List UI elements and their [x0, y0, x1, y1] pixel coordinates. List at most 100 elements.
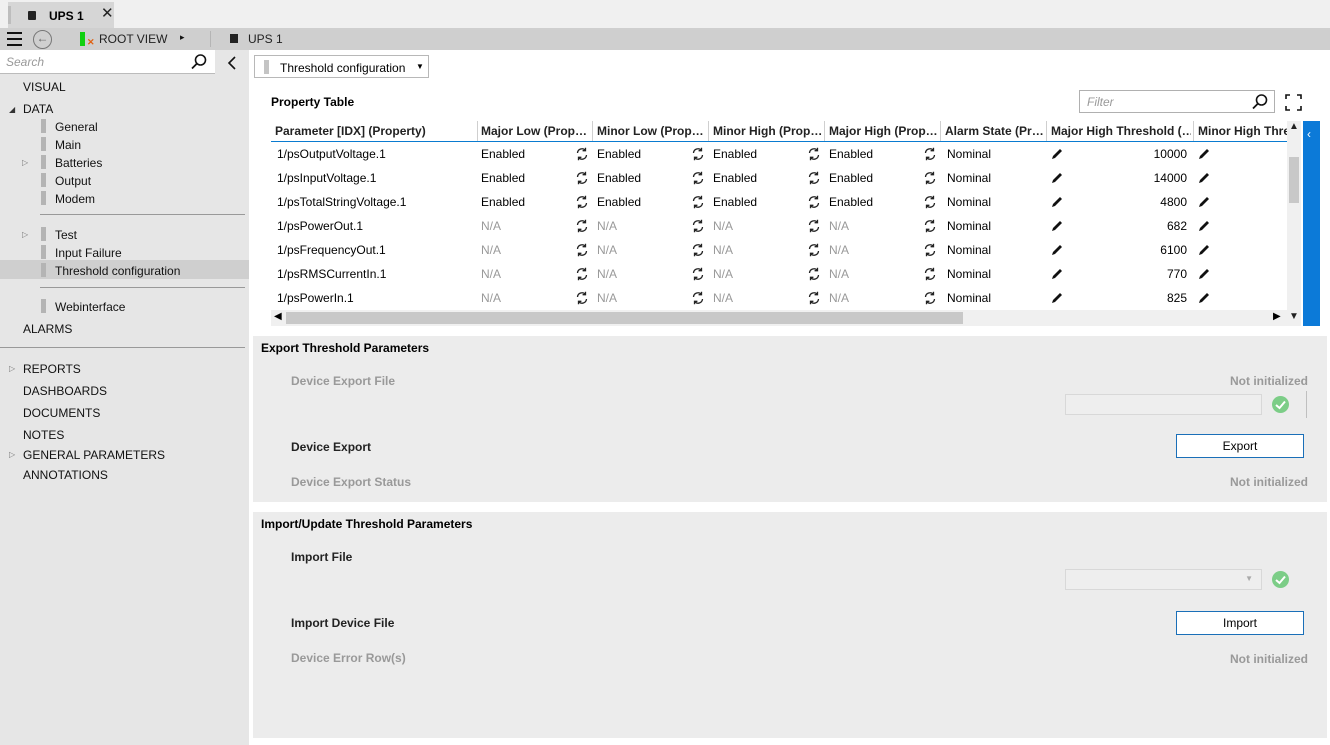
- refresh-icon[interactable]: [923, 147, 937, 161]
- scroll-up-icon[interactable]: ▲: [1289, 121, 1299, 132]
- refresh-icon[interactable]: [807, 195, 821, 209]
- column-header-major-high-threshold[interactable]: Major High Threshold (…: [1051, 124, 1191, 138]
- refresh-icon[interactable]: [807, 171, 821, 185]
- view-selector-dropdown[interactable]: Threshold configuration ▼: [254, 55, 429, 78]
- refresh-icon[interactable]: [691, 219, 705, 233]
- refresh-icon[interactable]: [923, 219, 937, 233]
- refresh-icon[interactable]: [923, 243, 937, 257]
- table-row[interactable]: 1/psInputVoltage.1 Enabled Enabled Enabled E…: [271, 166, 1287, 190]
- sidebar-item-output[interactable]: Output: [40, 173, 91, 188]
- filter-input[interactable]: [1085, 94, 1245, 110]
- edit-pencil-icon[interactable]: [1197, 219, 1211, 233]
- edit-pencil-icon[interactable]: [1050, 243, 1064, 257]
- column-header-major-low[interactable]: Major Low (Prop…: [481, 124, 591, 138]
- table-row[interactable]: 1/psFrequencyOut.1 N/A N/A N/A N/A Nominal 610…: [271, 238, 1287, 262]
- column-header-major-high[interactable]: Major High (Prop…: [829, 124, 939, 138]
- scroll-down-icon[interactable]: ▼: [1289, 311, 1299, 322]
- collapse-sidebar-icon[interactable]: [226, 55, 238, 71]
- vertical-scrollbar[interactable]: ▲ ▼: [1287, 121, 1301, 326]
- table-row[interactable]: 1/psRMSCurrentIn.1 N/A N/A N/A N/A Nominal 770: [271, 262, 1287, 286]
- refresh-icon[interactable]: [691, 267, 705, 281]
- column-header-parameter[interactable]: Parameter [IDX] (Property): [275, 124, 475, 138]
- breadcrumb-arrow-icon[interactable]: ▸: [180, 32, 185, 43]
- edit-pencil-icon[interactable]: [1050, 219, 1064, 233]
- back-arrow-icon[interactable]: ←: [33, 30, 52, 49]
- sidebar-item-input-failure[interactable]: Input Failure: [41, 245, 122, 260]
- refresh-icon[interactable]: [807, 147, 821, 161]
- collapsed-caret-icon[interactable]: ▷: [9, 364, 15, 373]
- edit-pencil-icon[interactable]: [1197, 195, 1211, 209]
- scroll-right-icon[interactable]: ▶: [1273, 311, 1281, 322]
- sidebar-item-webinterface[interactable]: Webinterface: [40, 299, 125, 314]
- sidebar-item-threshold-configuration[interactable]: Threshold configuration: [40, 263, 180, 278]
- search-icon[interactable]: [190, 53, 208, 71]
- hamburger-menu-icon[interactable]: [7, 32, 22, 46]
- edit-pencil-icon[interactable]: [1050, 291, 1064, 305]
- import-button[interactable]: Import: [1176, 611, 1304, 635]
- edit-pencil-icon[interactable]: [1197, 291, 1211, 305]
- close-icon[interactable]: ✕: [101, 6, 114, 22]
- column-header-alarm-state[interactable]: Alarm State (Pr…: [945, 124, 1045, 138]
- breadcrumb-root-view[interactable]: ROOT VIEW: [99, 32, 167, 46]
- column-header-minor-high[interactable]: Minor High (Prop…: [713, 124, 823, 138]
- table-row[interactable]: 1/psPowerOut.1 N/A N/A N/A N/A Nominal 682: [271, 214, 1287, 238]
- refresh-icon[interactable]: [923, 171, 937, 185]
- sidebar-item-notes[interactable]: NOTES: [23, 428, 64, 442]
- table-row[interactable]: 1/psTotalStringVoltage.1 Enabled Enabled En…: [271, 190, 1287, 214]
- refresh-icon[interactable]: [575, 219, 589, 233]
- refresh-icon[interactable]: [575, 171, 589, 185]
- refresh-icon[interactable]: [575, 243, 589, 257]
- edit-pencil-icon[interactable]: [1050, 195, 1064, 209]
- column-header-minor-low[interactable]: Minor Low (Prop…: [597, 124, 707, 138]
- horizontal-scrollbar[interactable]: ◀ ▶: [271, 310, 1287, 326]
- sidebar-item-test[interactable]: Test: [40, 227, 77, 242]
- refresh-icon[interactable]: [575, 147, 589, 161]
- export-button[interactable]: Export: [1176, 434, 1304, 458]
- refresh-icon[interactable]: [575, 195, 589, 209]
- sidebar-item-main[interactable]: Main: [40, 137, 81, 152]
- refresh-icon[interactable]: [575, 267, 589, 281]
- refresh-icon[interactable]: [575, 291, 589, 305]
- column-header-minor-high-threshold[interactable]: Minor High Thre…: [1198, 124, 1287, 138]
- sidebar-item-alarms[interactable]: ALARMS: [23, 322, 72, 336]
- refresh-icon[interactable]: [807, 291, 821, 305]
- refresh-icon[interactable]: [923, 195, 937, 209]
- sidebar-item-data[interactable]: DATA: [23, 102, 53, 116]
- refresh-icon[interactable]: [691, 195, 705, 209]
- refresh-icon[interactable]: [691, 291, 705, 305]
- refresh-icon[interactable]: [923, 291, 937, 305]
- edit-pencil-icon[interactable]: [1197, 267, 1211, 281]
- import-file-select[interactable]: ▼: [1065, 569, 1262, 590]
- collapsed-caret-icon[interactable]: ▷: [9, 450, 15, 459]
- expanded-caret-icon[interactable]: ◢: [9, 105, 15, 114]
- edit-pencil-icon[interactable]: [1197, 243, 1211, 257]
- sidebar-item-reports[interactable]: REPORTS: [23, 362, 81, 376]
- sidebar-item-batteries[interactable]: Batteries: [40, 155, 102, 170]
- collapsed-caret-icon[interactable]: ▷: [22, 230, 28, 239]
- table-row[interactable]: 1/psPowerIn.1 N/A N/A N/A N/A Nominal 825: [271, 286, 1287, 310]
- refresh-icon[interactable]: [807, 219, 821, 233]
- edit-pencil-icon[interactable]: [1197, 147, 1211, 161]
- scrollbar-thumb[interactable]: [286, 312, 963, 324]
- edit-pencil-icon[interactable]: [1050, 147, 1064, 161]
- refresh-icon[interactable]: [807, 267, 821, 281]
- sidebar-item-modem[interactable]: Modem: [40, 191, 95, 206]
- edit-pencil-icon[interactable]: [1197, 171, 1211, 185]
- refresh-icon[interactable]: [923, 267, 937, 281]
- search-input[interactable]: [4, 53, 184, 71]
- sidebar-item-general-parameters[interactable]: GENERAL PARAMETERS: [23, 448, 165, 462]
- collapsed-caret-icon[interactable]: ▷: [22, 158, 28, 167]
- scroll-left-icon[interactable]: ◀: [274, 311, 282, 322]
- edit-pencil-icon[interactable]: [1050, 267, 1064, 281]
- scrollbar-thumb[interactable]: [1289, 157, 1299, 203]
- refresh-icon[interactable]: [691, 171, 705, 185]
- tab-ups-1[interactable]: UPS 1 ✕: [8, 2, 114, 28]
- breadcrumb-current[interactable]: UPS 1: [248, 32, 283, 46]
- fullscreen-icon[interactable]: [1285, 94, 1302, 111]
- sidebar-item-general[interactable]: General: [41, 119, 98, 134]
- search-icon[interactable]: [1251, 93, 1269, 111]
- sidebar-item-visual[interactable]: VISUAL: [23, 80, 66, 94]
- sidebar-item-annotations[interactable]: ANNOTATIONS: [23, 468, 108, 482]
- edit-pencil-icon[interactable]: [1050, 171, 1064, 185]
- sidebar-item-dashboards[interactable]: DASHBOARDS: [23, 384, 107, 398]
